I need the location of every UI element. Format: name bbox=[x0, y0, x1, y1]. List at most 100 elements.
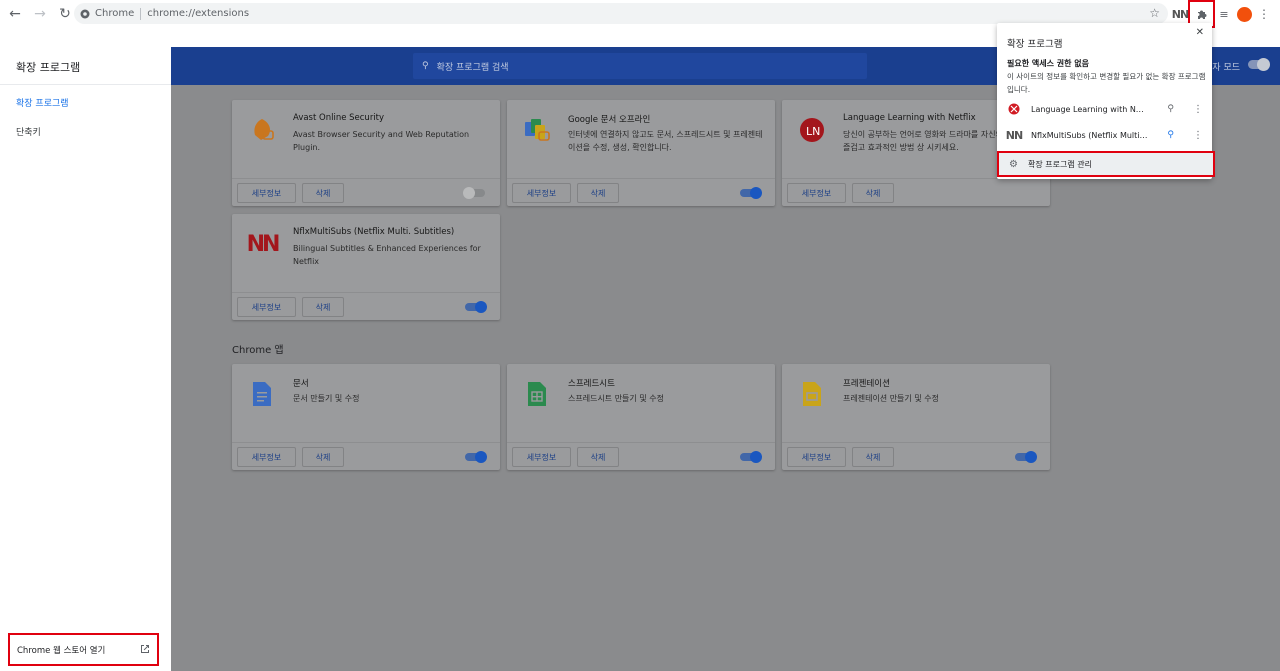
back-icon[interactable]: ← bbox=[4, 3, 26, 25]
enable-toggle[interactable] bbox=[463, 187, 485, 199]
extension-description: 인터넷에 연결하지 않고도 문서, 스프레드시트 및 프레젠테이션을 수정, 생… bbox=[568, 130, 763, 152]
details-button[interactable]: 세부정보 bbox=[512, 183, 571, 203]
extension-card-avast: Avast Online Security Avast Browser Secu… bbox=[232, 100, 500, 206]
site-info[interactable]: Chrome bbox=[74, 8, 134, 19]
details-button[interactable]: 세부정보 bbox=[237, 297, 296, 317]
app-card-slides: 프레젠테이션 프레젠테이션 만들기 및 수정 세부정보 삭제 bbox=[782, 364, 1050, 470]
chrome-site-icon bbox=[80, 9, 90, 18]
remove-button[interactable]: 삭제 bbox=[302, 183, 344, 203]
enable-toggle[interactable] bbox=[465, 451, 487, 463]
card-footer: 세부정보 삭제 bbox=[507, 442, 775, 470]
extension-name: Google 문서 오프라인 bbox=[568, 115, 651, 125]
card-footer: 세부정보 삭제 bbox=[232, 442, 500, 470]
app-description: 문서 만들기 및 수정 bbox=[293, 394, 360, 403]
details-button[interactable]: 세부정보 bbox=[237, 447, 296, 467]
developer-mode-toggle[interactable] bbox=[1248, 58, 1270, 71]
extension-name: NflxMultiSubs (Netflix Multi. Subtitles) bbox=[293, 227, 455, 237]
popup-item-name: NflxMultiSubs (Netflix Multi. S... bbox=[1031, 130, 1148, 140]
card-footer: 세부정보 삭제 bbox=[782, 178, 1050, 206]
manage-extensions-label: 확장 프로그램 관리 bbox=[1027, 159, 1092, 169]
address-bar[interactable]: Chrome chrome://extensions ☆ bbox=[74, 3, 1168, 24]
more-vert-icon[interactable]: ⋮ bbox=[1193, 130, 1203, 141]
popup-item-language-learning[interactable]: Language Learning with Netflix ⚲ ⋮ bbox=[997, 97, 1212, 121]
url-text[interactable]: chrome://extensions bbox=[147, 8, 249, 19]
enable-toggle[interactable] bbox=[465, 301, 487, 313]
remove-button[interactable]: 삭제 bbox=[852, 447, 894, 467]
popup-item-nflxmultisubs[interactable]: NN NflxMultiSubs (Netflix Multi. S... ⚲ … bbox=[997, 123, 1212, 147]
extension-card-nflxmultisubs: NN NflxMultiSubs (Netflix Multi. Subtitl… bbox=[232, 214, 500, 320]
extensions-menu-popup: 확장 프로그램 ✕ 필요한 액세스 권한 없음 이 사이트의 정보를 확인하고 … bbox=[997, 23, 1215, 179]
remove-button[interactable]: 삭제 bbox=[302, 297, 344, 317]
enable-toggle[interactable] bbox=[1015, 451, 1037, 463]
app-name: 스프레드시트 bbox=[568, 379, 615, 389]
google-docs-offline-icon bbox=[523, 116, 551, 144]
site-label: Chrome bbox=[95, 8, 135, 19]
card-footer: 세부정보 삭제 bbox=[782, 442, 1050, 470]
enable-toggle[interactable] bbox=[740, 451, 762, 463]
remove-button[interactable]: 삭제 bbox=[577, 447, 619, 467]
avatar bbox=[1236, 6, 1252, 22]
remove-button[interactable]: 삭제 bbox=[852, 183, 894, 203]
extension-description: Bilingual Subtitles & Enhanced Experienc… bbox=[293, 244, 481, 266]
more-vert-icon[interactable]: ⋮ bbox=[1193, 104, 1203, 115]
sidebar-item-shortcuts[interactable]: 단축키 bbox=[0, 125, 171, 138]
apps-section-title: Chrome 앱 bbox=[232, 345, 284, 356]
avast-icon bbox=[248, 116, 276, 144]
popup-title: 확장 프로그램 bbox=[1007, 39, 1063, 50]
pinned-icon[interactable]: ⚲ bbox=[1167, 130, 1174, 140]
omnibox-divider bbox=[140, 7, 142, 20]
close-icon[interactable]: ✕ bbox=[1196, 27, 1204, 38]
sidebar: 확장 프로그램 확장 프로그램 단축키 Chrome 웹 스토어 열기 bbox=[0, 47, 171, 671]
app-card-sheets: 스프레드시트 스프레드시트 만들기 및 수정 세부정보 삭제 bbox=[507, 364, 775, 470]
extension-name: Avast Online Security bbox=[293, 113, 385, 123]
open-in-new-icon bbox=[141, 645, 149, 653]
media-playlist-icon[interactable]: ≡ bbox=[1216, 3, 1232, 25]
remove-button[interactable]: 삭제 bbox=[577, 183, 619, 203]
extension-name: Language Learning with Netflix bbox=[843, 113, 976, 123]
sidebar-item-extensions[interactable]: 확장 프로그램 bbox=[0, 96, 171, 109]
app-card-docs: 문서 문서 만들기 및 수정 세부정보 삭제 bbox=[232, 364, 500, 470]
popup-subtitle: 필요한 액세스 권한 없음 bbox=[1007, 59, 1089, 68]
pin-icon[interactable]: ⚲ bbox=[1167, 104, 1174, 114]
app-description: 프레젠테이션 만들기 및 수정 bbox=[843, 394, 939, 403]
card-footer: 세부정보 삭제 bbox=[507, 178, 775, 206]
app-name: 프레젠테이션 bbox=[843, 379, 890, 389]
search-placeholder: 확장 프로그램 검색 bbox=[436, 62, 509, 73]
card-footer: 세부정보 삭제 bbox=[232, 178, 500, 206]
forward-icon[interactable]: → bbox=[29, 3, 51, 25]
gear-icon: ⚙ bbox=[1009, 158, 1018, 170]
extension-description: Avast Browser Security and Web Reputatio… bbox=[293, 130, 470, 152]
bookmark-star-icon[interactable]: ☆ bbox=[1149, 6, 1160, 20]
details-button[interactable]: 세부정보 bbox=[237, 183, 296, 203]
popup-item-name: Language Learning with Netflix bbox=[1031, 104, 1148, 114]
card-footer: 세부정보 삭제 bbox=[232, 292, 500, 320]
docs-icon bbox=[248, 380, 276, 408]
enable-toggle[interactable] bbox=[740, 187, 762, 199]
slides-icon bbox=[798, 380, 826, 408]
nflxmultisubs-icon: NN bbox=[1005, 128, 1023, 142]
search-icon: ⚲ bbox=[422, 61, 429, 71]
svg-text:LN: LN bbox=[806, 125, 820, 138]
reload-icon[interactable]: ↻ bbox=[54, 3, 76, 25]
sidebar-title: 확장 프로그램 bbox=[0, 47, 171, 85]
remove-button[interactable]: 삭제 bbox=[302, 447, 344, 467]
details-button[interactable]: 세부정보 bbox=[787, 447, 846, 467]
nflxmultisubs-icon: NN bbox=[246, 231, 281, 257]
manage-extensions-button[interactable]: ⚙ 확장 프로그램 관리 bbox=[997, 151, 1215, 177]
app-name: 문서 bbox=[293, 379, 309, 389]
webstore-label: Chrome 웹 스토어 열기 bbox=[17, 645, 106, 656]
sheets-icon bbox=[523, 380, 551, 408]
search-input[interactable]: ⚲ 확장 프로그램 검색 bbox=[413, 53, 867, 79]
nflxmultisubs-toolbar-icon[interactable]: NN bbox=[1172, 3, 1189, 25]
developer-mode-label: 자 모드 bbox=[1212, 63, 1240, 73]
extension-card-google-docs-offline: Google 문서 오프라인 인터넷에 연결하지 않고도 문서, 스프레드시트 … bbox=[507, 100, 775, 206]
chrome-menu-icon[interactable]: ⋮ bbox=[1258, 3, 1270, 25]
profile-avatar-button[interactable] bbox=[1236, 3, 1252, 25]
app-description: 스프레드시트 만들기 및 수정 bbox=[568, 394, 664, 403]
popup-description: 이 사이트의 정보를 확인하고 변경할 필요가 없는 확장 프로그램입니다. bbox=[1007, 72, 1206, 94]
language-learning-icon: LN bbox=[798, 116, 826, 144]
details-button[interactable]: 세부정보 bbox=[787, 183, 846, 203]
open-webstore-link[interactable]: Chrome 웹 스토어 열기 bbox=[8, 633, 159, 666]
language-learning-icon bbox=[1007, 102, 1021, 116]
details-button[interactable]: 세부정보 bbox=[512, 447, 571, 467]
